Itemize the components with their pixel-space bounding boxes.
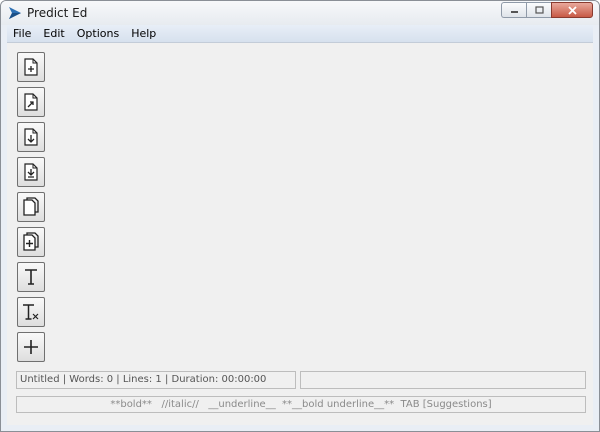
secondary-status xyxy=(300,371,586,389)
minimize-icon xyxy=(510,11,518,13)
save-document-button[interactable] xyxy=(17,122,45,152)
app-window: Predict Ed File Edit Options Help Untitl… xyxy=(0,0,600,432)
clear-text-icon xyxy=(23,304,39,320)
editor-area: Untitled | Words: 0 | Lines: 1 | Duratio… xyxy=(7,43,593,425)
save-as-button[interactable] xyxy=(17,157,45,187)
file-save-icon xyxy=(24,128,38,146)
menu-file[interactable]: File xyxy=(7,27,37,40)
close-button[interactable] xyxy=(551,2,593,18)
new-document-button[interactable] xyxy=(17,52,45,82)
copy-add-icon xyxy=(23,232,39,251)
paste-add-button[interactable] xyxy=(17,227,45,257)
add-button[interactable] xyxy=(17,332,45,362)
window-controls xyxy=(501,2,593,19)
file-open-icon xyxy=(24,93,38,111)
plus-icon xyxy=(24,340,38,354)
file-new-icon xyxy=(24,58,38,76)
copy-icon xyxy=(23,197,39,216)
document-status: Untitled | Words: 0 | Lines: 1 | Duratio… xyxy=(16,371,296,389)
open-document-button[interactable] xyxy=(17,87,45,117)
window-title: Predict Ed xyxy=(27,6,88,20)
title-bar[interactable]: Predict Ed xyxy=(1,1,599,25)
menu-help[interactable]: Help xyxy=(125,27,162,40)
close-icon xyxy=(567,5,577,15)
file-save-as-icon xyxy=(24,163,38,181)
maximize-button[interactable] xyxy=(526,2,551,18)
minimize-button[interactable] xyxy=(501,2,526,18)
clear-format-button[interactable] xyxy=(17,297,45,327)
app-logo-icon xyxy=(9,7,21,19)
menu-options[interactable]: Options xyxy=(71,27,125,40)
text-icon xyxy=(25,269,37,285)
menu-bar: File Edit Options Help xyxy=(7,25,593,43)
copy-button[interactable] xyxy=(17,192,45,222)
maximize-icon xyxy=(534,6,544,14)
formatting-hint: **bold** //italic// __underline__ **__bo… xyxy=(16,396,586,413)
menu-edit[interactable]: Edit xyxy=(37,27,70,40)
text-format-button[interactable] xyxy=(17,262,45,292)
